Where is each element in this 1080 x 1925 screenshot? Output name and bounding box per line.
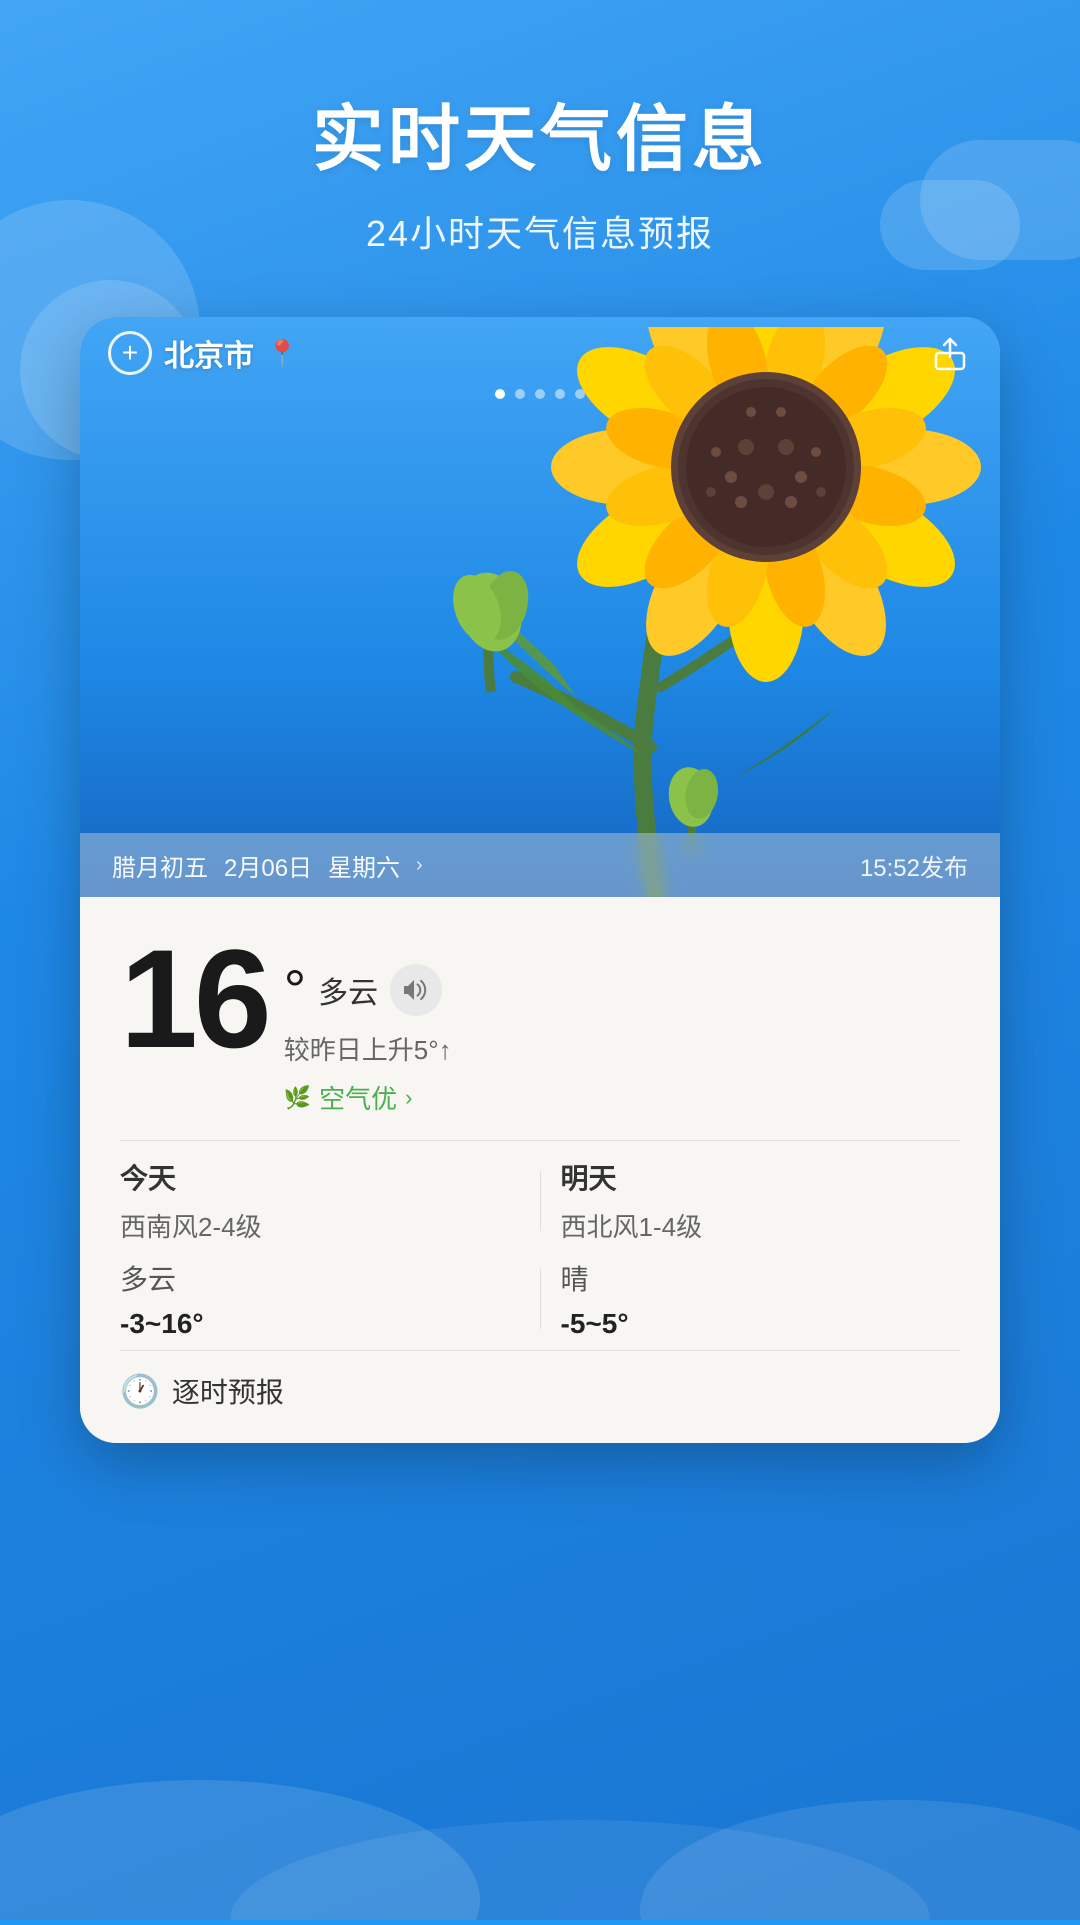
gregorian-date: 2月06日 [224,848,312,883]
dot-3 [535,389,545,399]
plus-icon: + [122,337,138,369]
tomorrow-condition-col: 晴 -5~5° [561,1258,961,1340]
lunar-date: 腊月初五 [112,848,208,883]
today-wind: 西南风2-4级 [120,1207,520,1244]
share-button[interactable] [928,331,972,375]
today-temp-range: -3~16° [120,1308,520,1340]
page-content: 实时天气信息 24小时天气信息预报 [0,0,1080,1443]
dot-4 [555,389,565,399]
weather-card: + 北京市 📍 [80,317,1000,1443]
location-pin-icon: 📍 [266,338,298,369]
dot-1 [495,389,505,399]
add-location-button[interactable]: + [108,331,152,375]
hourly-label: 逐时预报 [172,1371,284,1411]
tomorrow-forecast: 明天 西北风1-4级 [561,1157,961,1244]
air-quality[interactable]: 🌿 空气优 › [284,1079,452,1116]
temperature-value: 16 [120,929,268,1069]
tomorrow-condition: 晴 [561,1258,961,1298]
date-info: 腊月初五 2月06日 星期六 › [112,848,423,883]
temperature-details: ° 多云 较昨日上升5°↑ 🌿 空气优 › [284,957,452,1116]
page-dots [495,389,585,399]
temp-unit-row: ° 多云 [284,957,452,1022]
weather-condition: 多云 [318,968,378,1012]
temperature-row: 16 ° 多云 较昨日上升5°↑ 🌿 [120,929,960,1116]
air-quality-text: 空气优 [319,1079,397,1116]
card-image-area: + 北京市 📍 [80,317,1000,897]
location-area: + 北京市 📍 [108,331,298,375]
temp-change: 较昨日上升5°↑ [284,1030,452,1067]
today-condition: 多云 [120,1258,520,1298]
weekday: 星期六 [328,848,400,883]
mountain-decoration [0,1620,1080,1920]
condition-divider [540,1269,541,1329]
leaf-icon: 🌿 [284,1085,311,1111]
clock-icon: 🕐 [120,1372,160,1410]
temp-unit: ° [284,957,306,1022]
forecast-row: 今天 西南风2-4级 明天 西北风1-4级 [120,1140,960,1254]
location-name: 北京市 [164,331,254,375]
publish-time: 15:52发布 [860,848,968,883]
today-label: 今天 [120,1157,520,1197]
dot-5 [575,389,585,399]
condition-temp-row: 多云 -3~16° 晴 -5~5° [120,1254,960,1350]
sound-button[interactable] [390,964,442,1016]
today-forecast: 今天 西南风2-4级 [120,1157,520,1244]
today-condition-col: 多云 -3~16° [120,1258,520,1340]
forecast-divider [540,1171,541,1231]
dot-2 [515,389,525,399]
hero-title: 实时天气信息 [312,80,768,185]
date-bar[interactable]: 腊月初五 2月06日 星期六 › 15:52发布 [80,833,1000,897]
tomorrow-temp-range: -5~5° [561,1308,961,1340]
card-topbar: + 北京市 📍 [80,317,1000,389]
tomorrow-label: 明天 [561,1157,961,1197]
weather-info-section: 16 ° 多云 较昨日上升5°↑ 🌿 [80,897,1000,1443]
sunflower-image [336,327,1000,897]
hero-subtitle: 24小时天气信息预报 [366,205,714,257]
date-arrow-icon: › [416,854,423,877]
hourly-bar[interactable]: 🕐 逐时预报 [120,1350,960,1415]
tomorrow-wind: 西北风1-4级 [561,1207,961,1244]
air-quality-arrow: › [405,1085,412,1111]
